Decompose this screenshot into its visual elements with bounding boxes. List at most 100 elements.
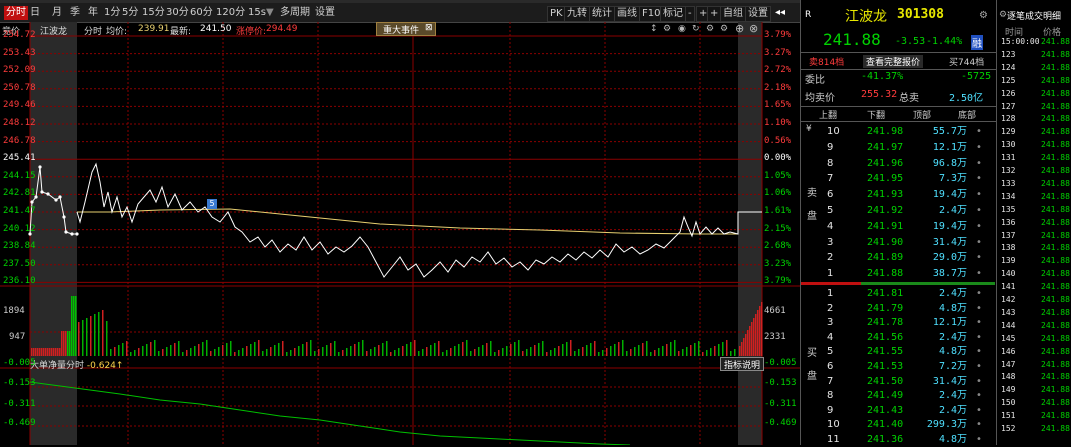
- price-tick-left: 248.12: [3, 118, 36, 128]
- trade-price: 241.88: [1041, 372, 1070, 382]
- level-index: 8: [827, 390, 834, 402]
- indicator-line: [29, 381, 631, 445]
- pct-tick-right: 1.10%: [764, 118, 792, 128]
- period-toolbar: 分时 日 月 季 年 1分 5分 15分 30分 60分 120分 15s ▼ …: [0, 0, 800, 23]
- up-down-icon[interactable]: ↕: [650, 24, 658, 34]
- page-up-button[interactable]: 上翻: [819, 108, 837, 121]
- sell-level-row[interactable]: 5 241.92 2.4万 •: [801, 203, 997, 218]
- indicator-tick-right: -0.469: [764, 418, 797, 428]
- trade-time: 139: [1001, 256, 1016, 266]
- tab-minute[interactable]: 分时: [4, 6, 28, 20]
- buy-level-row[interactable]: 1 241.81 2.4万 •: [801, 286, 997, 301]
- stats-button[interactable]: 统计: [589, 6, 615, 22]
- tab-5min[interactable]: 5分: [122, 6, 138, 20]
- tab-day[interactable]: 日: [30, 6, 40, 20]
- avg-price-line: [77, 208, 738, 235]
- level-index: 4: [827, 220, 834, 232]
- nine-turn-button[interactable]: 九转: [564, 6, 590, 22]
- avg-label: 均价:: [106, 27, 128, 37]
- buy-level-row[interactable]: 7 241.50 31.4万 •: [801, 374, 997, 389]
- gear-icon[interactable]: ⚙: [979, 10, 988, 21]
- settings-button[interactable]: 设置: [745, 6, 771, 22]
- trade-time: 137: [1001, 230, 1016, 240]
- indicator-help-button[interactable]: 指标说明: [720, 357, 765, 371]
- dropdown-arrow-icon[interactable]: ▼: [266, 6, 274, 20]
- tab-15min[interactable]: 15分: [142, 6, 165, 20]
- level-price: 241.91: [867, 220, 904, 232]
- buy-level-row[interactable]: 3 241.78 12.1万 •: [801, 315, 997, 330]
- gear-icon[interactable]: ⚙: [999, 10, 1007, 20]
- buy-level-row[interactable]: 6 241.53 7.2万 •: [801, 359, 997, 374]
- pk-button[interactable]: PK: [547, 6, 566, 22]
- buy-level-row[interactable]: 5 241.55 4.8万 •: [801, 344, 997, 359]
- level-index: 6: [827, 189, 834, 201]
- level-volume: 2.4万: [938, 390, 967, 402]
- close-icon[interactable]: ⊗: [749, 22, 758, 35]
- settings-icon-1[interactable]: ⚙: [706, 24, 714, 34]
- sell-level-row[interactable]: 9 241.97 12.1万 •: [801, 140, 997, 155]
- price-tick-left: 245.41: [3, 153, 36, 164]
- trade-panel-title: 逐笔成交明细: [1007, 12, 1062, 22]
- toolbar-trim: [0, 0, 800, 3]
- buy-levels-button[interactable]: 买744档: [949, 55, 984, 68]
- sell-level-row[interactable]: 2 241.89 29.0万 •: [801, 250, 997, 265]
- buy-level-row[interactable]: 4 241.56 2.4万 •: [801, 330, 997, 345]
- tab-settings[interactable]: 设置: [315, 6, 335, 20]
- tab-year[interactable]: 年: [88, 6, 98, 20]
- gear-icon[interactable]: ⚙: [663, 24, 671, 34]
- level-price: 241.95: [867, 173, 904, 185]
- tab-1min[interactable]: 1分: [104, 6, 120, 20]
- tab-quarter[interactable]: 季: [70, 6, 80, 20]
- price-tick-left: 238.84: [3, 241, 36, 252]
- trade-price: 241.88: [1041, 75, 1070, 85]
- level-volume: 12.1万: [932, 141, 967, 153]
- intraday-chart[interactable]: [0, 22, 800, 445]
- buy-level-row[interactable]: 2 241.79 4.8万 •: [801, 301, 997, 316]
- pct-tick-right: 2.68%: [764, 241, 792, 252]
- zoom-out-button[interactable]: -: [685, 6, 695, 22]
- custom-group-button[interactable]: 自组: [720, 6, 746, 22]
- close-icon[interactable]: ⊠: [425, 23, 433, 33]
- trade-row: 123 241.88: [997, 49, 1071, 61]
- event-marker[interactable]: 5: [207, 199, 217, 209]
- level-volume: 2.4万: [938, 331, 967, 343]
- buy-level-row[interactable]: 9 241.43 2.4万 •: [801, 403, 997, 418]
- major-events-button[interactable]: 重大事件 ⊠: [376, 22, 436, 36]
- total-sell-value: 2.50亿: [949, 93, 984, 104]
- bottom-button[interactable]: 底部: [958, 108, 976, 121]
- level-price: 241.79: [867, 302, 904, 314]
- trade-price: 241.88: [1041, 346, 1070, 356]
- tab-60min[interactable]: 60分: [190, 6, 213, 20]
- buy-level-row[interactable]: 10 241.40 299.3万 •: [801, 417, 997, 432]
- sell-levels-button[interactable]: 卖814档: [809, 55, 844, 68]
- limit-label: 涨停价:: [236, 27, 267, 37]
- sell-level-row[interactable]: 3 241.90 31.4万 •: [801, 235, 997, 250]
- tab-month[interactable]: 月: [52, 6, 62, 20]
- eye-icon[interactable]: ◉: [678, 24, 686, 34]
- sell-level-row[interactable]: 8 241.96 96.8万 •: [801, 156, 997, 171]
- refresh-icon[interactable]: ↻: [692, 24, 700, 34]
- tab-120min[interactable]: 120分: [216, 6, 245, 20]
- sell-level-row[interactable]: 10 241.98 55.7万 •: [801, 124, 997, 139]
- trade-time: 144: [1001, 320, 1016, 330]
- trade-time: 126: [1001, 88, 1016, 98]
- indicator-tick-right: -0.153: [764, 378, 797, 388]
- sell-level-row[interactable]: 4 241.91 19.4万 •: [801, 219, 997, 234]
- sell-level-row[interactable]: 6 241.93 19.4万 •: [801, 187, 997, 202]
- mark-button[interactable]: 标记: [660, 6, 686, 22]
- tab-30min[interactable]: 30分: [166, 6, 189, 20]
- trade-time: 129: [1001, 127, 1016, 137]
- tab-15s[interactable]: 15s: [248, 6, 266, 20]
- back-arrow-icon[interactable]: ◂◂: [775, 6, 785, 20]
- top-button[interactable]: 顶部: [913, 108, 931, 121]
- draw-line-button[interactable]: 画线: [614, 6, 640, 22]
- settings-icon-2[interactable]: ⚙: [720, 24, 728, 34]
- sell-level-row[interactable]: 7 241.95 7.3万 •: [801, 171, 997, 186]
- buy-level-row[interactable]: 8 241.49 2.4万 •: [801, 388, 997, 403]
- page-down-button[interactable]: 下翻: [867, 108, 885, 121]
- add-icon[interactable]: ⊕: [735, 22, 744, 35]
- indicator-title-bar[interactable]: 大单净量分时 -0.624↑: [30, 358, 123, 371]
- sell-level-row[interactable]: 1 241.88 38.7万 •: [801, 266, 997, 281]
- tab-multi-period[interactable]: 多周期: [280, 6, 310, 20]
- full-quote-button[interactable]: 查看完整报价: [863, 55, 924, 68]
